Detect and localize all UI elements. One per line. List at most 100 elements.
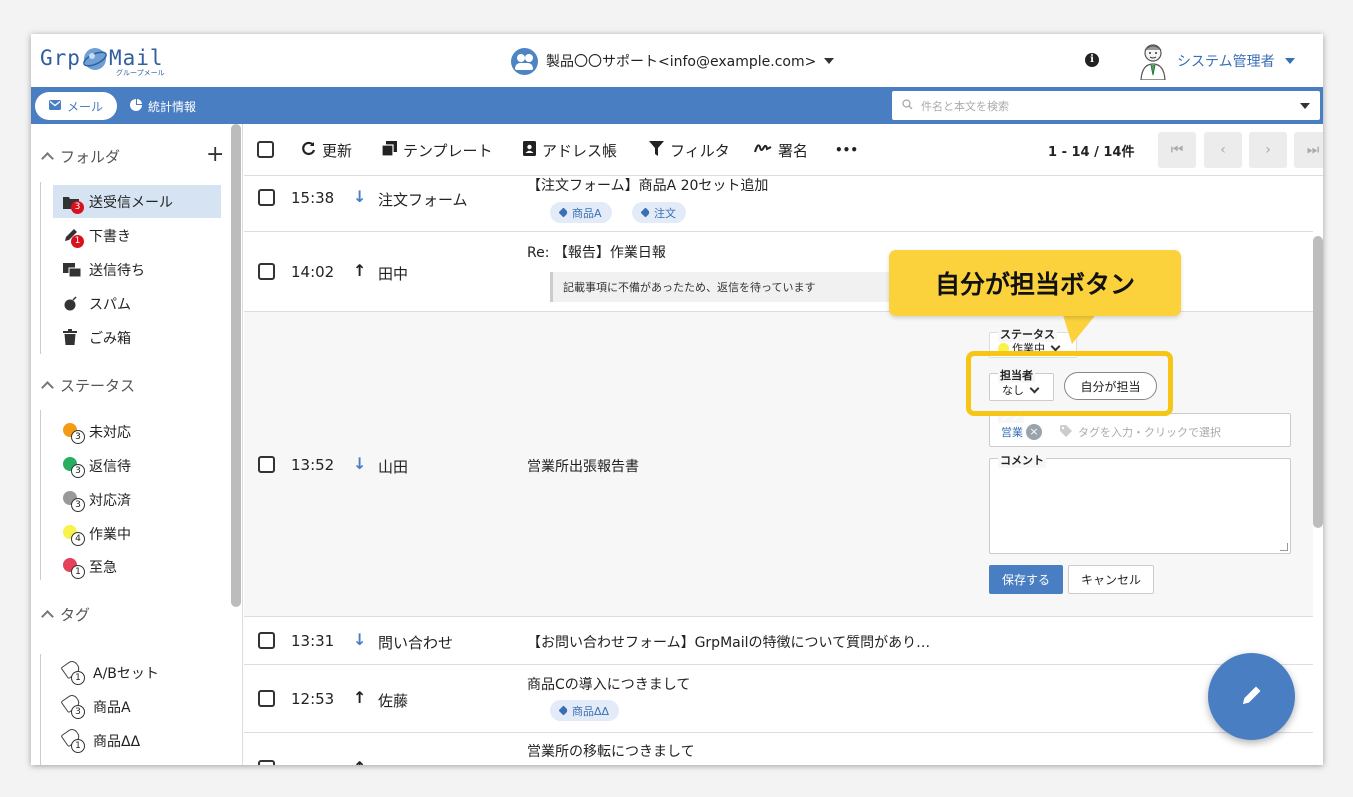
sidebar-item-inbox[interactable]: 3 送受信メール: [53, 185, 221, 218]
copy-icon: [381, 140, 397, 160]
row-checkbox[interactable]: [258, 189, 275, 206]
chevron-up-icon: [41, 380, 54, 394]
grpmail-logo[interactable]: Grp Mail グループメール: [40, 46, 165, 77]
filter-button[interactable]: フィルタ: [649, 140, 730, 160]
template-label: テンプレート: [403, 141, 493, 160]
tags-header[interactable]: タグ: [41, 604, 90, 624]
folders-header[interactable]: フォルダ: [41, 146, 120, 166]
status-dot-icon: 3: [63, 456, 85, 478]
group-icon: [511, 47, 538, 75]
outgoing-arrow-icon: ↑: [353, 261, 367, 280]
outgoing-arrow-icon: ↑: [353, 688, 367, 707]
user-menu[interactable]: システム管理者: [1139, 41, 1295, 81]
tag-count: 1: [71, 738, 85, 753]
comment-legend: コメント: [998, 452, 1046, 468]
tab-mail-label: メール: [66, 99, 103, 114]
mail-tag[interactable]: 商品ΔΔ: [550, 700, 620, 721]
search-input[interactable]: 件名と本文を検索: [921, 98, 1009, 114]
account-selector[interactable]: 製品〇〇サポート<info@example.com>: [511, 47, 835, 75]
first-page-icon[interactable]: ⏮: [1158, 132, 1196, 168]
tag-icon: 1: [60, 658, 85, 685]
tag-item-product-delta[interactable]: 1 商品ΔΔ: [53, 724, 221, 757]
prev-page-icon[interactable]: ‹: [1204, 132, 1242, 168]
sidebar-item-spam[interactable]: スパム: [53, 287, 221, 320]
mail-row[interactable]: ↑ 営業所の移転につきまして: [244, 733, 1313, 765]
remove-tag-icon[interactable]: ×: [1026, 424, 1042, 440]
outbox-icon: [63, 261, 81, 279]
resize-handle-icon[interactable]: [1280, 543, 1288, 551]
list-scrollbar[interactable]: [1313, 236, 1323, 528]
status-dot-icon: 1: [63, 557, 85, 579]
compose-button[interactable]: [1208, 653, 1295, 740]
mail-row[interactable]: 13:31 ↓ 問い合わせ 【お問い合わせフォーム】GrpMailの特徴について…: [244, 617, 1313, 665]
tags-divider: [40, 654, 41, 765]
status-dot-icon: 3: [63, 490, 85, 512]
row-checkbox[interactable]: [258, 456, 275, 473]
sidebar-scrollbar[interactable]: [231, 124, 241, 607]
sidebar-item-outbox[interactable]: 送信待ち: [53, 253, 221, 286]
template-button[interactable]: テンプレート: [381, 140, 493, 160]
nav-bar: メール 統計情報 件名と本文を検索: [31, 87, 1323, 124]
address-book-button[interactable]: アドレス帳: [523, 140, 617, 160]
status-item-done[interactable]: 3 対応済: [53, 483, 221, 516]
tag-item-product-a[interactable]: 3 商品A: [53, 690, 221, 723]
sidebar: フォルダ + 3 送受信メール 1 下書き 送信待ち スパム ごみ箱 ステータス: [31, 124, 243, 765]
signature-button[interactable]: 署名: [754, 140, 808, 160]
status-count: 1: [71, 564, 85, 579]
select-all-checkbox[interactable]: [257, 141, 274, 158]
save-button[interactable]: 保存する: [989, 565, 1063, 594]
row-checkbox[interactable]: [258, 632, 275, 649]
incoming-arrow-icon: ↓: [353, 630, 367, 649]
status-item-in-progress[interactable]: 4 作業中: [53, 517, 221, 550]
refresh-icon: [301, 141, 316, 160]
next-page-icon[interactable]: ›: [1249, 132, 1287, 168]
mail-tag[interactable]: 注文: [632, 202, 686, 223]
cancel-button[interactable]: キャンセル: [1068, 565, 1154, 594]
search-options-caret-icon[interactable]: [1300, 103, 1310, 109]
status-header[interactable]: ステータス: [41, 375, 136, 395]
mail-subject: 営業所の移転につきまして: [527, 744, 695, 760]
unread-badge: 3: [71, 200, 84, 214]
row-checkbox[interactable]: [258, 690, 275, 707]
comment-textarea[interactable]: コメント: [989, 452, 1291, 554]
mail-subject: Re: 【報告】作業日報: [527, 245, 666, 261]
status-title: ステータス: [60, 376, 136, 395]
mail-row[interactable]: 15:38 ↓ 注文フォーム 【注文フォーム】商品A 20セット追加 商品A 注…: [244, 176, 1313, 232]
sidebar-item-trash[interactable]: ごみ箱: [53, 321, 221, 354]
tag-count: 1: [71, 670, 85, 685]
tab-mail[interactable]: メール: [35, 92, 117, 120]
chevron-down-icon: [1050, 341, 1061, 352]
pencil-icon: 1: [63, 227, 84, 248]
folder-divider: [40, 182, 41, 354]
pagination-info: 1 - 14 / 14件: [1048, 145, 1135, 160]
tag-input[interactable]: タグを入力・クリックで選択: [1060, 424, 1221, 440]
assign-highlight-frame: [966, 351, 1173, 416]
refresh-button[interactable]: 更新: [301, 140, 352, 160]
mail-time: 14:02: [291, 263, 335, 281]
status-item-unhandled[interactable]: 3 未対応: [53, 415, 221, 448]
tag-item-ab-set[interactable]: 1 A/Bセット: [53, 656, 221, 689]
folder-icon: 3: [63, 193, 84, 214]
last-page-icon[interactable]: ⏭: [1294, 132, 1323, 168]
status-dot-icon: 3: [63, 422, 85, 444]
info-icon[interactable]: i: [1085, 53, 1099, 67]
tag-chip[interactable]: 営業 ×: [1001, 424, 1042, 440]
mail-subject: 【お問い合わせフォーム】GrpMailの特徴について質問があり…: [527, 635, 931, 651]
row-checkbox[interactable]: [258, 760, 275, 765]
mail-from: 問い合わせ: [378, 634, 454, 652]
more-options-icon[interactable]: •••: [835, 140, 858, 160]
sidebar-item-drafts[interactable]: 1 下書き: [53, 219, 221, 252]
search-box[interactable]: 件名と本文を検索: [892, 91, 1320, 120]
mail-tag[interactable]: 商品A: [550, 202, 612, 223]
sidebar-item-label: ごみ箱: [89, 330, 131, 347]
status-item-awaiting-reply[interactable]: 3 返信待: [53, 449, 221, 482]
status-label: 返信待: [89, 458, 131, 475]
tag-icon: 1: [60, 726, 85, 753]
add-folder-icon[interactable]: +: [206, 144, 224, 166]
status-item-urgent[interactable]: 1 至急: [53, 550, 221, 583]
mail-row[interactable]: 12:53 ↑ 佐藤 商品Cの導入につきまして 商品ΔΔ: [244, 665, 1313, 733]
status-count: 3: [71, 429, 85, 444]
row-checkbox[interactable]: [258, 263, 275, 280]
tag-input-field[interactable]: タグ 営業 × タグを入力・クリックで選択: [989, 407, 1291, 447]
tab-stats[interactable]: 統計情報: [130, 92, 196, 120]
